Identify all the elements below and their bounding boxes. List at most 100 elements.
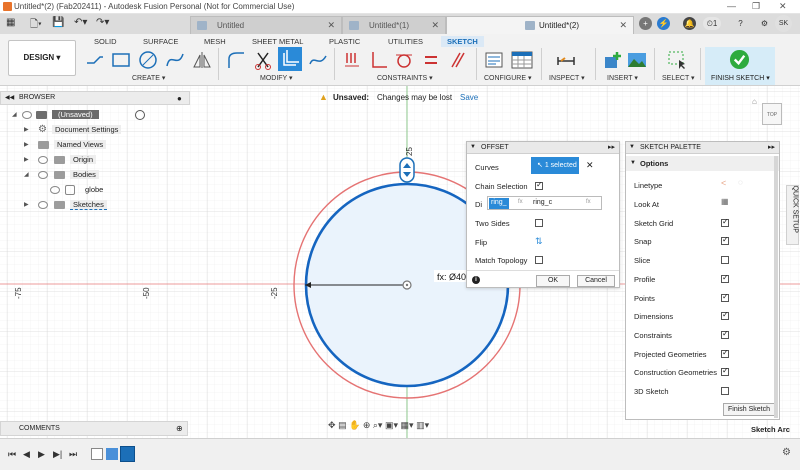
step-forward-icon[interactable]: ▶| — [53, 449, 62, 460]
expand-palette-icon[interactable]: ▸▸ — [768, 143, 775, 151]
visibility-off-icon[interactable] — [38, 171, 48, 179]
distance-expression-text[interactable]: ring_c — [533, 199, 552, 206]
tree-label[interactable]: Named Views — [54, 140, 107, 149]
expand-arrow-icon[interactable]: ◢ — [12, 111, 17, 118]
spline-tool-icon[interactable] — [164, 49, 186, 71]
create-menu[interactable]: CREATE ▾ — [132, 74, 165, 82]
profile-checkbox[interactable] — [721, 273, 729, 283]
add-comment-icon[interactable]: ⊕ — [176, 424, 183, 433]
expand-arrow-icon[interactable]: ▶ — [24, 126, 29, 133]
palette-scrollbar[interactable] — [774, 156, 778, 418]
timeline-body-feature-icon[interactable] — [106, 448, 118, 460]
palette-header[interactable]: ▼ SKETCH PALETTE ▸▸ — [626, 142, 779, 154]
finish-sketch-area[interactable]: FINISH SKETCH ▾ — [705, 47, 775, 85]
mirror-tool-icon[interactable] — [191, 49, 213, 71]
timeline-sketch-feature-icon[interactable] — [91, 448, 103, 460]
grid-settings-icon[interactable]: ▦▾ — [401, 420, 414, 430]
play-icon[interactable]: ▶ — [38, 449, 45, 460]
diameter-dimension-label[interactable]: fx: Ø40 — [437, 272, 466, 282]
tangent-constraint-icon[interactable] — [393, 49, 415, 71]
look-at-icon[interactable]: ▤ — [338, 420, 347, 430]
tree-label[interactable]: Document Settings — [52, 125, 122, 134]
close-tab-icon[interactable]: ✕ — [619, 20, 627, 31]
expand-dialog-icon[interactable]: ▸▸ — [608, 143, 615, 151]
expand-arrow-icon[interactable]: ▶ — [24, 201, 29, 208]
inspect-menu[interactable]: INSPECT ▾ — [549, 74, 585, 82]
file-menu-icon[interactable]: 🗋▾ — [30, 17, 42, 34]
two-sides-checkbox[interactable] — [535, 219, 543, 227]
snap-checkbox[interactable] — [721, 235, 729, 245]
flip-icon[interactable]: ⇅ — [535, 236, 543, 247]
insert-image-icon[interactable] — [626, 49, 648, 71]
3d-sketch-checkbox[interactable] — [721, 387, 729, 395]
timeline-settings-icon[interactable]: ⚙ — [782, 447, 791, 458]
points-checkbox[interactable] — [721, 292, 729, 302]
display-settings-icon[interactable]: ▣▾ — [385, 420, 398, 430]
tree-item[interactable]: ▶ Named Views — [24, 139, 164, 152]
distance-expression-selected[interactable]: ring_ — [489, 198, 509, 209]
expand-arrow-icon[interactable]: ▶ — [24, 141, 29, 148]
curves-selection-button[interactable]: ↖ 1 selected — [531, 157, 579, 174]
orbit-icon[interactable]: ✥ — [328, 420, 336, 430]
help-icon[interactable]: ? — [734, 17, 747, 30]
rectangle-tool-icon[interactable] — [110, 49, 132, 71]
comments-panel-header[interactable]: COMMENTS ⊕ — [0, 421, 188, 436]
tree-item[interactable]: ◢ Bodies — [24, 169, 164, 182]
tree-label[interactable]: Bodies — [70, 170, 99, 179]
redo-icon[interactable]: ↷▾ — [96, 17, 109, 28]
dimensions-checkbox[interactable] — [721, 310, 729, 320]
extensions-icon[interactable]: ⚡ — [657, 17, 670, 30]
quick-setup-tab[interactable]: QUICK SETUP — [786, 185, 799, 245]
insert-derive-icon[interactable] — [602, 49, 624, 71]
pan-icon[interactable]: ✋ — [349, 420, 360, 430]
select-menu[interactable]: SELECT ▾ — [662, 74, 695, 82]
collapse-browser-icon[interactable]: ◀◀ — [5, 94, 14, 101]
select-window-icon[interactable] — [666, 49, 688, 71]
distance-input[interactable]: ring_ fx ring_c fx — [487, 196, 602, 210]
construction-linetype-icon[interactable]: < — [721, 178, 726, 188]
finish-sketch-check-icon[interactable] — [729, 49, 750, 70]
browser-menu-icon[interactable]: ● — [177, 94, 182, 103]
insert-menu[interactable]: INSERT ▾ — [607, 74, 638, 82]
info-icon[interactable]: i — [472, 276, 480, 284]
viewports-icon[interactable]: ▥▾ — [416, 420, 429, 430]
visibility-off-icon[interactable] — [38, 156, 48, 164]
tree-item[interactable]: globe — [48, 184, 168, 197]
fx-icon[interactable]: fx — [586, 199, 591, 205]
cancel-button[interactable]: Cancel — [577, 275, 615, 287]
tab-sketch[interactable]: SKETCH — [441, 36, 484, 47]
visibility-off-icon[interactable] — [50, 186, 60, 194]
tree-item[interactable]: ▶ Sketches — [24, 199, 164, 212]
configure-table-icon[interactable] — [510, 49, 534, 71]
equal-constraint-icon[interactable] — [420, 49, 442, 71]
tab-sheet-metal[interactable]: SHEET METAL — [252, 37, 303, 46]
minimize-icon[interactable]: — — [727, 1, 736, 11]
horizontal-vertical-constraint-icon[interactable] — [341, 49, 363, 71]
tools-icon[interactable]: ⚙ — [758, 17, 771, 30]
parallel-constraint-icon[interactable] — [446, 49, 468, 71]
tab-mesh[interactable]: MESH — [204, 37, 226, 46]
visibility-icon[interactable] — [22, 111, 32, 119]
maximize-icon[interactable]: ❐ — [752, 1, 760, 12]
data-panel-icon[interactable]: ▦ — [6, 17, 15, 28]
projected-geometries-checkbox[interactable] — [721, 348, 729, 358]
close-window-icon[interactable]: ✕ — [779, 1, 787, 12]
expand-arrow-icon[interactable]: ◢ — [24, 171, 29, 178]
tree-item[interactable]: ▶ ⚙ Document Settings — [24, 124, 164, 137]
tab-untitled-1[interactable]: Untitled*(1) ✕ — [342, 16, 446, 34]
home-view-icon[interactable]: ⌂ — [752, 97, 757, 106]
user-avatar[interactable]: SK — [775, 15, 792, 32]
trim-tool-icon[interactable] — [252, 49, 274, 71]
collapse-dialog-icon[interactable]: ▼ — [470, 144, 476, 150]
timeline-active-sketch-icon[interactable] — [120, 446, 135, 462]
tab-plastic[interactable]: PLASTIC — [329, 37, 360, 46]
close-tab-icon[interactable]: ✕ — [327, 20, 335, 31]
expand-arrow-icon[interactable]: ▶ — [24, 156, 29, 163]
tree-label[interactable]: (Unsaved) — [52, 110, 99, 119]
centerline-linetype-icon[interactable]: ◌ — [738, 178, 743, 187]
sketch-grid-checkbox[interactable] — [721, 217, 729, 227]
tree-label[interactable]: Sketches — [70, 200, 107, 210]
configure-menu[interactable]: CONFIGURE ▾ — [484, 74, 531, 82]
save-icon[interactable]: 💾 — [52, 17, 64, 28]
tab-utilities[interactable]: UTILITIES — [388, 37, 423, 46]
